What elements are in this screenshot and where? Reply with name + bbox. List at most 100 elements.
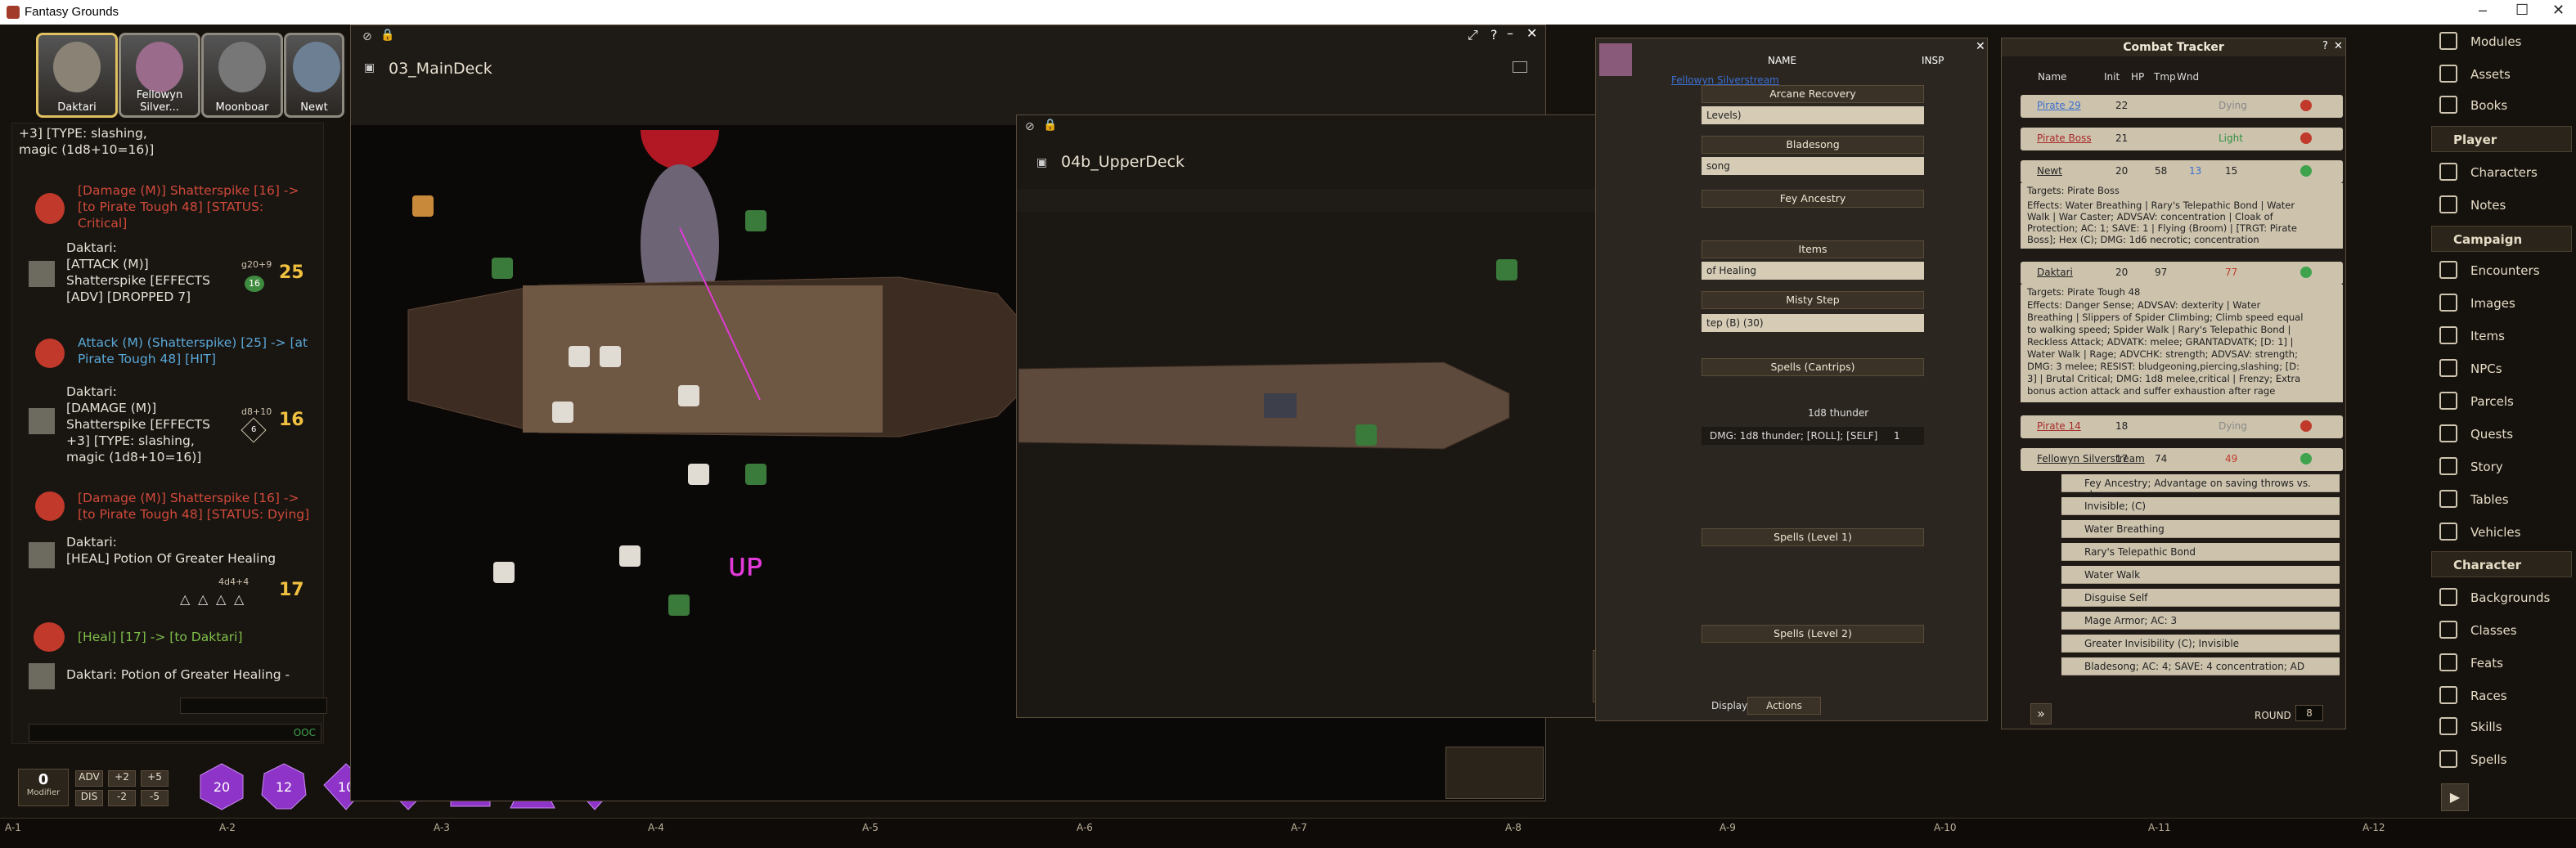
map-nav-control[interactable] xyxy=(1445,747,1544,799)
minus2-button[interactable]: -2 xyxy=(108,790,136,806)
effect-label[interactable]: Invisible; (C) xyxy=(2084,500,2146,512)
effect-label[interactable]: Rary's Telepathic Bond xyxy=(2084,546,2196,558)
sidebar-item-vehicles[interactable]: Vehicles xyxy=(2431,518,2572,546)
close-icon[interactable]: ✕ xyxy=(1526,25,1537,41)
combatant-name[interactable]: Daktari xyxy=(2037,267,2073,278)
plus5-button[interactable]: +5 xyxy=(141,770,169,787)
token[interactable] xyxy=(1496,259,1517,280)
sidebar-toggle-icon[interactable]: ▶ xyxy=(2441,783,2469,811)
sidebar-item-modules[interactable]: Modules xyxy=(2431,28,2572,56)
help-icon[interactable]: ? xyxy=(1490,27,1498,43)
sidebar-header-campaign[interactable]: Campaign xyxy=(2431,226,2572,252)
portrait-fellowyn[interactable]: Fellowyn Silver... xyxy=(119,33,200,118)
combat-row[interactable]: Pirate 14 18 Dying xyxy=(2021,415,2343,438)
combatant-name[interactable]: Pirate Boss xyxy=(2037,132,2092,144)
wnd-value[interactable]: 77 xyxy=(2225,267,2237,278)
link-icon[interactable]: ⊘ xyxy=(362,30,372,43)
combat-row-daktari[interactable]: Daktari 20 97 77 xyxy=(2021,262,2343,285)
token[interactable] xyxy=(412,195,434,217)
hp-value[interactable]: 58 xyxy=(2155,165,2167,177)
sidebar-item-parcels[interactable]: Parcels xyxy=(2431,388,2572,415)
close-icon[interactable]: ✕ xyxy=(2334,40,2343,52)
token[interactable] xyxy=(668,594,690,616)
sidebar-item-books[interactable]: Books xyxy=(2431,92,2572,119)
lock-icon[interactable]: 🔒 xyxy=(380,29,394,42)
minimize-icon[interactable]: – xyxy=(1507,25,1513,41)
effect-label[interactable]: Mage Armor; AC: 3 xyxy=(2084,615,2177,626)
combat-row-newt[interactable]: Newt 20 58 13 15 xyxy=(2021,160,2343,183)
sidebar-item-classes[interactable]: Classes xyxy=(2431,617,2572,644)
token[interactable] xyxy=(492,258,513,279)
chat-mode-select[interactable] xyxy=(180,698,327,714)
sidebar-item-backgrounds[interactable]: Backgrounds xyxy=(2431,584,2572,612)
sidebar-item-tables[interactable]: Tables xyxy=(2431,486,2572,514)
sidebar-item-spells[interactable]: Spells xyxy=(2431,746,2572,774)
sidebar-item-images[interactable]: Images xyxy=(2431,289,2572,317)
token[interactable] xyxy=(678,385,699,406)
sidebar-item-skills[interactable]: Skills xyxy=(2431,713,2572,741)
damage-action[interactable]: DMG: 1d8 thunder; [ROLL]; [SELF] xyxy=(1710,430,1877,442)
combatant-name[interactable]: Newt xyxy=(2037,165,2062,177)
modifier-box[interactable]: 0 Modifier xyxy=(18,769,69,806)
d12-die[interactable]: 12 xyxy=(260,762,308,811)
sidebar-item-assets[interactable]: Assets xyxy=(2431,61,2572,88)
round-counter[interactable]: 8 xyxy=(2295,705,2323,721)
combat-row[interactable]: Pirate 29 22 Dying xyxy=(2021,95,2343,118)
combat-row[interactable]: Pirate Boss 21 Light xyxy=(2021,128,2343,150)
portrait-daktari[interactable]: Daktari xyxy=(36,33,118,118)
hp-value[interactable]: 97 xyxy=(2155,267,2167,278)
token[interactable] xyxy=(745,464,767,485)
combatant-name[interactable]: Pirate 29 xyxy=(2037,100,2081,111)
portrait-moonboar[interactable]: Moonboar xyxy=(201,33,283,118)
combat-row-fellowyn[interactable]: Fellowyn Silverstream 17 74 49 xyxy=(2021,448,2343,471)
sidebar-item-races[interactable]: Races xyxy=(2431,682,2572,710)
sidebar-header-character[interactable]: Character xyxy=(2431,551,2572,577)
minimize-icon[interactable]: – xyxy=(2479,2,2487,19)
token[interactable] xyxy=(619,545,641,567)
d20-die[interactable]: 20 xyxy=(198,762,245,811)
token[interactable] xyxy=(1355,424,1377,446)
map-menu-icon[interactable] xyxy=(1513,61,1527,73)
effect-label[interactable]: Water Breathing xyxy=(2084,523,2165,535)
token[interactable] xyxy=(688,464,709,485)
sidebar-item-items[interactable]: Items xyxy=(2431,322,2572,350)
close-icon[interactable]: ✕ xyxy=(1976,40,1985,53)
hp-value[interactable]: 74 xyxy=(2155,453,2167,464)
sidebar-item-npcs[interactable]: NPCs xyxy=(2431,355,2572,383)
sidebar-item-encounters[interactable]: Encounters xyxy=(2431,257,2572,285)
sidebar-item-feats[interactable]: Feats xyxy=(2431,649,2572,677)
character-name[interactable]: Fellowyn Silverstream xyxy=(1671,74,1779,86)
token[interactable] xyxy=(493,562,515,583)
token[interactable] xyxy=(600,346,621,367)
sidebar-item-characters[interactable]: Characters xyxy=(2431,159,2572,186)
help-icon[interactable]: ? xyxy=(2322,40,2328,52)
expand-icon[interactable]: ⤢ xyxy=(1468,27,1478,43)
sidebar-item-quests[interactable]: Quests xyxy=(2431,420,2572,448)
tab-actions[interactable]: Actions xyxy=(1747,697,1821,715)
sidebar-header-player[interactable]: Player xyxy=(2431,126,2572,152)
close-icon[interactable]: ✕ xyxy=(2552,2,2565,19)
portrait-newt[interactable]: Newt xyxy=(284,33,344,118)
lock-icon[interactable]: 🔒 xyxy=(1043,119,1057,132)
plus2-button[interactable]: +2 xyxy=(108,770,136,787)
wnd-value[interactable]: 49 xyxy=(2225,453,2237,464)
sidebar-item-story[interactable]: Story xyxy=(2431,453,2572,481)
effect-label[interactable]: Water Walk xyxy=(2084,569,2140,581)
sidebar-item-notes[interactable]: Notes xyxy=(2431,191,2572,219)
adv-button[interactable]: ADV xyxy=(75,770,103,787)
minus5-button[interactable]: -5 xyxy=(141,790,169,806)
token[interactable] xyxy=(745,210,767,231)
link-icon[interactable]: ⊘ xyxy=(1025,120,1035,133)
wnd-value[interactable]: 15 xyxy=(2225,165,2237,177)
tmp-value[interactable]: 13 xyxy=(2189,165,2201,177)
chat-input[interactable]: OOC xyxy=(29,724,321,742)
next-turn-icon[interactable]: » xyxy=(2030,703,2052,725)
token[interactable] xyxy=(569,346,590,367)
effect-label[interactable]: Bladesong; AC: 4; SAVE: 4 concentration;… xyxy=(2084,661,2304,672)
dis-button[interactable]: DIS xyxy=(75,790,103,806)
maximize-icon[interactable]: ☐ xyxy=(2515,2,2529,19)
combatant-name[interactable]: Pirate 14 xyxy=(2037,420,2081,432)
token[interactable] xyxy=(552,402,573,423)
combatant-name[interactable]: Fellowyn Silverstream xyxy=(2037,453,2145,464)
effect-label[interactable]: Greater Invisibility (C); Invisible xyxy=(2084,638,2239,649)
